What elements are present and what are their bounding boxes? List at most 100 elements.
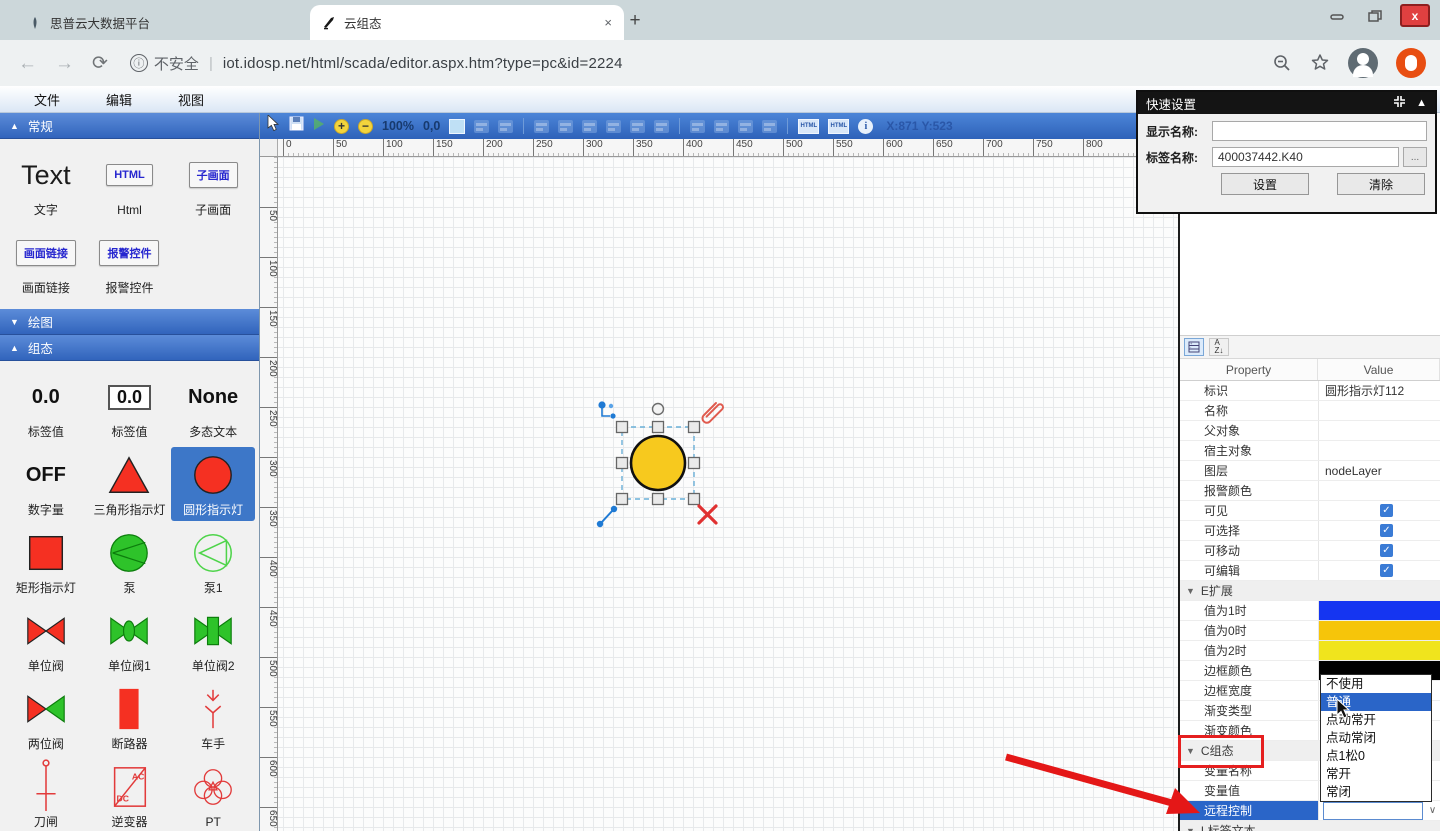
dock-icon[interactable]: [1393, 95, 1406, 111]
property-row-名称[interactable]: 名称: [1180, 401, 1440, 421]
property-row-可见[interactable]: 可见✓: [1180, 501, 1440, 521]
palette-item[interactable]: 刀闸: [4, 759, 88, 831]
category-collapse-icon[interactable]: ▼: [1186, 826, 1195, 831]
palette-item[interactable]: PT: [171, 759, 255, 831]
line-tool-icon[interactable]: [597, 506, 617, 527]
palette-section-header-1[interactable]: ▼绘图: [0, 309, 259, 335]
property-row-可编辑[interactable]: 可编辑✓: [1180, 561, 1440, 581]
palette-item[interactable]: 子画面子画面: [171, 147, 255, 221]
palette-item[interactable]: HTMLHtml: [88, 147, 172, 221]
palette-item[interactable]: 泵1: [171, 525, 255, 599]
match-width-icon[interactable]: [738, 120, 753, 133]
property-row-E扩展[interactable]: ▼E扩展: [1180, 581, 1440, 601]
palette-item[interactable]: 圆形指示灯: [171, 447, 255, 521]
remote-control-combobox[interactable]: [1323, 802, 1423, 820]
property-value[interactable]: [1318, 421, 1440, 440]
property-value[interactable]: ✓: [1318, 501, 1440, 520]
align-right-icon[interactable]: [582, 120, 597, 133]
property-row-可移动[interactable]: 可移动✓: [1180, 541, 1440, 561]
palette-item[interactable]: OFF数字量: [4, 447, 88, 521]
dropdown-option[interactable]: 不使用: [1321, 675, 1431, 693]
combo-dropdown-icon[interactable]: ∨: [1425, 805, 1440, 816]
sort-az-icon[interactable]: AZ↓: [1209, 338, 1229, 356]
zoom-out-page-icon[interactable]: [1272, 53, 1292, 73]
menu-item-2[interactable]: 视图: [178, 90, 204, 109]
palette-item[interactable]: 泵: [88, 525, 172, 599]
collapse-icon[interactable]: ▲: [1416, 97, 1427, 109]
property-row-报警颜色[interactable]: 报警颜色: [1180, 481, 1440, 501]
align-middle-icon[interactable]: [630, 120, 645, 133]
palette-item[interactable]: ACDC逆变器: [88, 759, 172, 831]
palette-item[interactable]: Text文字: [4, 147, 88, 221]
checkbox-checked-icon[interactable]: ✓: [1380, 524, 1393, 537]
palette-item[interactable]: None多态文本: [171, 369, 255, 443]
align-center-icon[interactable]: [558, 120, 573, 133]
property-row-值为2时[interactable]: 值为2时: [1180, 641, 1440, 661]
property-value[interactable]: nodeLayer: [1318, 461, 1440, 480]
property-row-宿主对象[interactable]: 宿主对象: [1180, 441, 1440, 461]
palette-item[interactable]: 断路器: [88, 681, 172, 755]
align-top-icon[interactable]: [606, 120, 621, 133]
select-cursor-icon[interactable]: [267, 115, 280, 137]
delete-icon[interactable]: [699, 506, 716, 523]
property-row-可选择[interactable]: 可选择✓: [1180, 521, 1440, 541]
security-chip[interactable]: ⓘ 不安全: [130, 53, 199, 74]
palette-item[interactable]: 0.0标签值: [88, 369, 172, 443]
align-bottom-icon[interactable]: [654, 120, 669, 133]
dropdown-option[interactable]: 常闭: [1321, 783, 1431, 801]
close-button[interactable]: x: [1400, 4, 1430, 27]
property-row-值为1时[interactable]: 值为1时: [1180, 601, 1440, 621]
color-swatch[interactable]: [1319, 601, 1440, 620]
match-height-icon[interactable]: [762, 120, 777, 133]
tab-close-icon[interactable]: ×: [604, 15, 612, 30]
property-value[interactable]: [1318, 441, 1440, 460]
property-value[interactable]: [1318, 601, 1440, 620]
dropdown-option[interactable]: 普通: [1321, 693, 1431, 711]
browser-tab-active[interactable]: 云组态×: [310, 5, 624, 40]
zoom-in-icon[interactable]: +: [334, 119, 349, 134]
dropdown-option[interactable]: 点1松0: [1321, 747, 1431, 765]
rotate-handle[interactable]: [653, 404, 664, 415]
back-icon[interactable]: ←: [18, 54, 37, 73]
property-value[interactable]: ✓: [1318, 521, 1440, 540]
palette-item[interactable]: 画面链接画面链接: [4, 225, 88, 299]
palette-item[interactable]: 三角形指示灯: [88, 447, 172, 521]
tag-name-input[interactable]: [1212, 147, 1399, 167]
property-row-父对象[interactable]: 父对象: [1180, 421, 1440, 441]
design-canvas[interactable]: [278, 157, 1178, 831]
property-value[interactable]: 圆形指示灯112: [1318, 381, 1440, 400]
checkbox-checked-icon[interactable]: ✓: [1380, 564, 1393, 577]
property-value[interactable]: ∨: [1318, 801, 1440, 820]
distribute-horizontal-icon[interactable]: [690, 120, 705, 133]
browser-tab[interactable]: 思普云大数据平台×: [16, 5, 330, 40]
profile-avatar[interactable]: [1348, 48, 1378, 78]
palette-item[interactable]: 单位阀1: [88, 603, 172, 677]
save-icon[interactable]: [289, 116, 304, 136]
dropdown-option[interactable]: 点动常闭: [1321, 729, 1431, 747]
ungroup-icon[interactable]: [498, 120, 513, 133]
display-name-input[interactable]: [1212, 121, 1427, 141]
html-preview-icon[interactable]: HTML: [828, 119, 849, 134]
url-field[interactable]: ⓘ 不安全 | iot.idosp.net/html/scada/editor.…: [130, 53, 1272, 74]
tag-browse-button[interactable]: ...: [1403, 147, 1427, 167]
bookmark-star-icon[interactable]: [1310, 53, 1330, 73]
property-value[interactable]: [1318, 401, 1440, 420]
property-value[interactable]: ✓: [1318, 541, 1440, 560]
palette-item[interactable]: 两位阀: [4, 681, 88, 755]
html-export-icon[interactable]: HTML: [798, 119, 819, 134]
distribute-vertical-icon[interactable]: [714, 120, 729, 133]
dropdown-option[interactable]: 常开: [1321, 765, 1431, 783]
property-row-图层[interactable]: 图层nodeLayer: [1180, 461, 1440, 481]
property-value[interactable]: [1318, 621, 1440, 640]
palette-section-header-0[interactable]: ▲常规: [0, 113, 259, 139]
property-row-远程控制[interactable]: 远程控制∨: [1180, 801, 1440, 821]
property-row-标识[interactable]: 标识圆形指示灯112: [1180, 381, 1440, 401]
connector-tool-icon[interactable]: [598, 401, 615, 418]
property-row-值为0时[interactable]: 值为0时: [1180, 621, 1440, 641]
quick-settings-titlebar[interactable]: 快速设置 ▲: [1138, 92, 1435, 114]
property-value[interactable]: ✓: [1318, 561, 1440, 580]
restore-button[interactable]: [1362, 6, 1388, 25]
category-collapse-icon[interactable]: ▼: [1186, 746, 1195, 756]
checkbox-checked-icon[interactable]: ✓: [1380, 504, 1393, 517]
palette-item[interactable]: 单位阀2: [171, 603, 255, 677]
